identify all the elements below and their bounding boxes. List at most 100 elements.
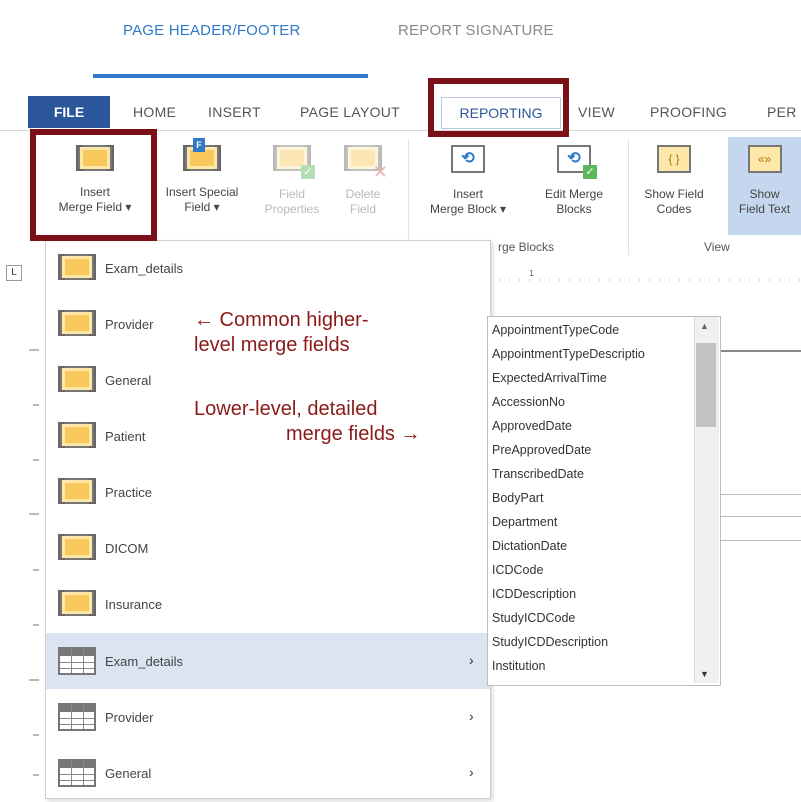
scroll-down-icon[interactable]: ▼ <box>700 669 709 679</box>
dropdown-block-provider[interactable]: Provider › <box>46 689 490 745</box>
annotation-higher-line-2: level merge fields <box>194 334 350 356</box>
dropdown-item-label: Patient <box>105 429 146 444</box>
delete-field-button[interactable]: ✕ Delete Field <box>328 145 398 217</box>
annotation-lower-line-1: Lower-level, detailed <box>194 398 378 420</box>
dropdown-item-label: Practice <box>105 485 152 500</box>
insert-special-field-label-2: Field ▾ <box>184 200 220 214</box>
field-codes-icon: { } <box>657 145 691 173</box>
field-list-submenu: AppointmentTypeCode AppointmentTypeDescr… <box>487 316 721 686</box>
menu-home[interactable]: HOME <box>133 104 176 120</box>
special-field-icon: F <box>183 138 221 171</box>
field-list-item[interactable]: AppointmentTypeCode <box>492 323 619 337</box>
merge-field-icon <box>58 310 96 336</box>
insert-special-field-label-1: Insert Special <box>165 185 239 199</box>
delete-field-icon: ✕ <box>344 145 388 181</box>
table-icon <box>58 759 96 787</box>
show-field-text-button[interactable]: «» Show Field Text <box>728 137 801 235</box>
merge-field-icon <box>58 422 96 448</box>
dropdown-field-insurance[interactable]: Insurance <box>46 577 490 633</box>
field-list-item[interactable]: TranscribedDate <box>492 467 584 481</box>
dropdown-item-label: General <box>105 766 152 781</box>
merge-field-icon <box>58 366 96 392</box>
merge-field-icon <box>58 590 96 616</box>
field-list-item[interactable]: ExpectedArrivalTime <box>492 371 607 385</box>
highlight-box-reporting-tab <box>428 78 569 137</box>
merge-field-icon <box>58 478 96 504</box>
show-field-text-label-1: Show <box>749 187 780 201</box>
chevron-right-icon: › <box>469 708 474 724</box>
vertical-ruler <box>25 300 45 797</box>
dropdown-field-practice[interactable]: Practice <box>46 465 490 521</box>
dropdown-block-general[interactable]: General › <box>46 745 490 801</box>
tab-report-signature[interactable]: REPORT SIGNATURE <box>398 22 554 39</box>
delete-field-label-1: Delete <box>345 187 381 201</box>
dropdown-item-label: Exam_details <box>105 261 184 276</box>
annotation-higher-level: ← Common higher- level merge fields <box>194 308 369 358</box>
dropdown-item-label: Provider <box>105 710 154 725</box>
highlight-box-insert-merge-field <box>30 129 157 241</box>
table-icon <box>58 647 96 675</box>
field-properties-button[interactable]: ✓ Field Properties <box>257 145 327 217</box>
show-field-codes-label-1: Show Field <box>644 187 704 201</box>
field-list-item[interactable]: BodyPart <box>492 491 543 505</box>
insert-merge-block-button[interactable]: ⟲ Insert Merge Block ▾ <box>418 145 518 217</box>
field-list-scroll-thumb[interactable] <box>696 343 716 427</box>
dropdown-field-exam-details[interactable]: Exam_details <box>46 241 490 297</box>
chevron-right-icon: › <box>469 764 474 780</box>
field-properties-label-2: Properties <box>264 202 320 216</box>
chevron-right-icon: › <box>469 652 474 668</box>
field-list-item[interactable]: AppointmentTypeDescriptio <box>492 347 645 361</box>
menu-insert[interactable]: INSERT <box>208 104 261 120</box>
dropdown-block-exam-details[interactable]: Exam_details › <box>46 633 490 689</box>
svg-text:1: 1 <box>529 270 534 278</box>
dropdown-field-dicom[interactable]: DICOM <box>46 521 490 577</box>
tab-page-header-footer[interactable]: PAGE HEADER/FOOTER <box>123 22 301 39</box>
field-text-icon: «» <box>747 145 782 173</box>
menu-proofing[interactable]: PROOFING <box>650 104 727 120</box>
annotation-lower-line-2: merge fields → <box>286 423 421 445</box>
field-list-item[interactable]: ApprovedDate <box>492 419 572 433</box>
menu-view[interactable]: VIEW <box>578 104 615 120</box>
field-list-item[interactable]: StudyICDDescription <box>492 635 608 649</box>
delete-field-label-2: Field <box>349 202 376 216</box>
annotation-higher-line-1: ← Common higher- <box>194 309 369 331</box>
merge-field-icon <box>58 254 96 280</box>
ruler-corner-icon: L <box>6 265 22 281</box>
show-field-text-label-2: Field Text <box>738 202 791 216</box>
edit-merge-blocks-icon: ⟲ ✓ <box>557 145 597 179</box>
menu-per[interactable]: PER <box>767 104 797 120</box>
field-list-item[interactable]: Department <box>492 515 557 529</box>
insert-special-field-button[interactable]: F Insert Special Field ▾ <box>148 138 256 215</box>
edit-merge-blocks-label-1: Edit Merge <box>544 187 604 201</box>
field-list-item[interactable]: ICDCode <box>492 563 543 577</box>
scroll-up-icon[interactable]: ▲ <box>700 321 709 331</box>
menu-page-layout[interactable]: PAGE LAYOUT <box>300 104 400 120</box>
menu-file[interactable]: FILE <box>28 96 110 128</box>
edit-merge-blocks-button[interactable]: ⟲ ✓ Edit Merge Blocks <box>524 145 624 217</box>
field-properties-label-1: Field <box>278 187 305 201</box>
show-field-codes-label-2: Codes <box>656 202 692 216</box>
merge-field-icon <box>58 534 96 560</box>
group-label-view: View <box>704 240 730 254</box>
show-field-codes-button[interactable]: { } Show Field Codes <box>636 145 712 217</box>
horizontal-ruler: 1 <box>489 270 801 281</box>
field-list-item[interactable]: PreApprovedDate <box>492 443 591 457</box>
insert-merge-block-label-2: Merge Block ▾ <box>429 202 507 216</box>
dropdown-item-label: Exam_details <box>105 654 184 669</box>
dropdown-item-label: General <box>105 373 152 388</box>
field-list-item[interactable]: StudyICDCode <box>492 611 575 625</box>
field-list-item[interactable]: Institution <box>492 659 546 673</box>
ribbon-separator <box>408 140 409 255</box>
dropdown-item-label: Provider <box>105 317 154 332</box>
group-label-merge-blocks: rge Blocks <box>498 240 555 254</box>
field-properties-icon: ✓ <box>273 145 315 179</box>
table-icon <box>58 703 96 731</box>
annotation-lower-level: Lower-level, detailed merge fields → <box>194 397 421 447</box>
edit-merge-blocks-label-2: Blocks <box>556 202 592 216</box>
merge-block-icon: ⟲ <box>451 145 485 173</box>
field-list-item[interactable]: ICDDescription <box>492 587 576 601</box>
insert-merge-block-label-1: Insert <box>452 187 483 201</box>
field-list-item[interactable]: DictationDate <box>492 539 567 553</box>
field-list-item[interactable]: AccessionNo <box>492 395 565 409</box>
ribbon-separator <box>628 140 629 255</box>
